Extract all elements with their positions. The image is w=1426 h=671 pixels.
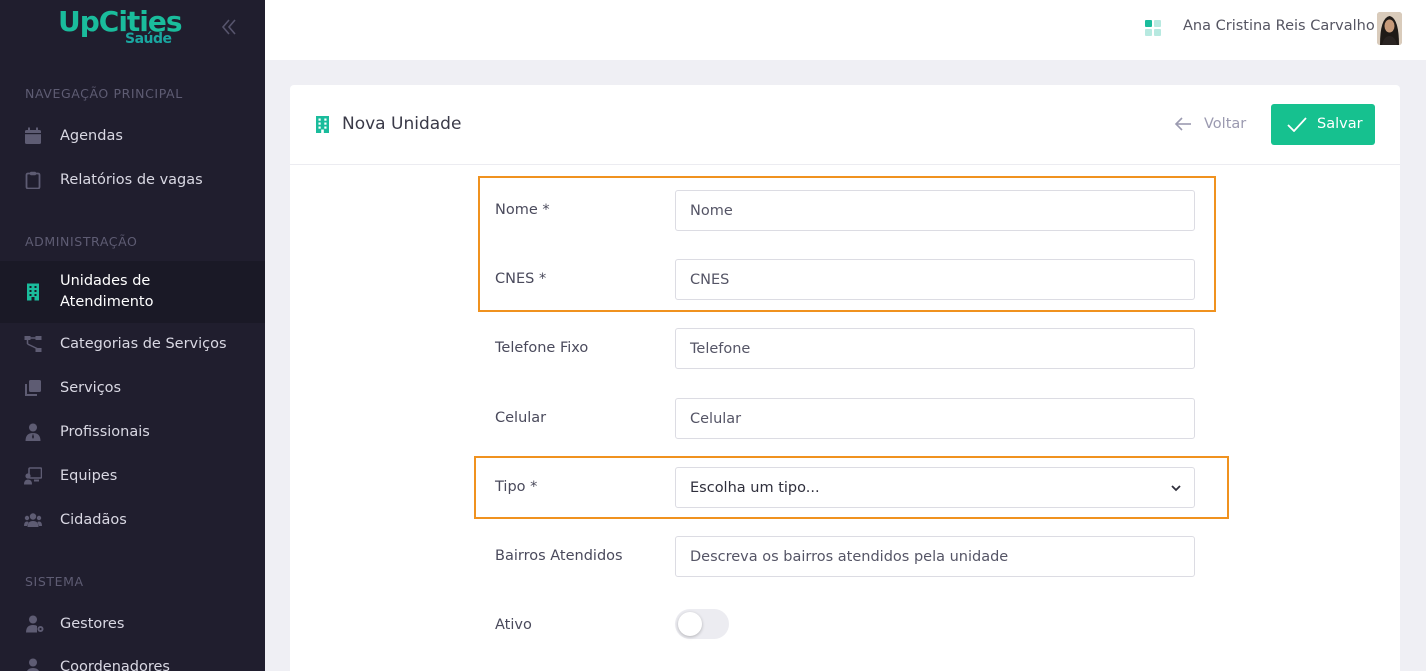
chevron-down-icon — [1171, 485, 1181, 492]
nome-placeholder: Nome — [690, 203, 733, 219]
tipo-value: Escolha um tipo... — [690, 480, 820, 496]
user-tie-icon — [25, 423, 41, 441]
telefone-label: Telefone Fixo — [495, 340, 589, 356]
telefone-input[interactable]: Telefone — [675, 328, 1195, 369]
sidebar-item-label: Equipes — [60, 468, 118, 484]
celular-label: Celular — [495, 410, 547, 426]
sidebar-item-gestores[interactable]: Gestores — [0, 602, 265, 646]
sidebar: UpCities Saúde NAVEGAÇÃO PRINCIPAL Agend… — [0, 0, 265, 671]
check-icon — [1287, 117, 1307, 132]
calendar-icon — [25, 127, 41, 144]
sidebar-item-agendas[interactable]: Agendas — [0, 114, 265, 158]
card-header: Nova Unidade Voltar Salvar — [290, 85, 1400, 165]
back-button[interactable]: Voltar — [1174, 116, 1246, 132]
user-name[interactable]: Ana Cristina Reis Carvalho — [1183, 18, 1375, 34]
arrow-left-icon — [1174, 117, 1191, 131]
sidebar-item-servicos[interactable]: Serviços — [0, 366, 265, 410]
save-label: Salvar — [1317, 116, 1363, 132]
users-icon — [24, 513, 42, 527]
ativo-label: Ativo — [495, 617, 532, 633]
sidebar-item-label: Coordenadores — [60, 659, 170, 671]
sidebar-item-label: Relatórios de vagas — [60, 172, 203, 188]
building-icon — [316, 116, 329, 133]
toggle-knob — [678, 612, 702, 636]
user-icon — [26, 658, 40, 671]
clipboard-icon — [25, 171, 41, 189]
sidebar-item-label: Categorias de Serviços — [60, 336, 227, 352]
section-title-main: NAVEGAÇÃO PRINCIPAL — [25, 86, 183, 101]
apps-grid-icon[interactable] — [1145, 20, 1161, 36]
logo[interactable]: UpCities Saúde — [58, 6, 183, 48]
sidebar-item-profissionais[interactable]: Profissionais — [0, 410, 265, 454]
building-icon — [27, 283, 39, 301]
tipo-select[interactable]: Escolha um tipo... — [675, 467, 1195, 508]
bairros-label: Bairros Atendidos — [495, 548, 623, 564]
chalkboard-user-icon — [24, 467, 42, 485]
sidebar-item-label: Serviços — [60, 380, 122, 396]
sidebar-item-unidades[interactable]: Unidades de Atendimento — [0, 261, 265, 323]
sidebar-item-relatorios[interactable]: Relatórios de vagas — [0, 158, 265, 202]
sidebar-item-label: Gestores — [60, 616, 125, 632]
telefone-placeholder: Telefone — [690, 341, 751, 357]
sidebar-item-equipes[interactable]: Equipes — [0, 454, 265, 498]
avatar[interactable] — [1377, 12, 1402, 45]
bairros-placeholder: Descreva os bairros atendidos pela unida… — [690, 549, 1009, 565]
cnes-input[interactable]: CNES — [675, 259, 1195, 300]
user-cog-icon — [26, 615, 44, 633]
sidebar-item-label: Profissionais — [60, 424, 150, 440]
sidebar-item-categorias[interactable]: Categorias de Serviços — [0, 322, 265, 366]
tipo-label: Tipo * — [495, 479, 538, 495]
celular-placeholder: Celular — [690, 411, 742, 427]
sidebar-item-coordenadores[interactable]: Coordenadores — [0, 645, 265, 671]
sidebar-item-label: Cidadãos — [60, 512, 127, 528]
topbar: Ana Cristina Reis Carvalho — [265, 0, 1426, 60]
logo-subtext: Saúde — [125, 31, 172, 47]
nome-label: Nome * — [495, 202, 550, 218]
celular-input[interactable]: Celular — [675, 398, 1195, 439]
ativo-toggle[interactable] — [675, 609, 729, 639]
cnes-label: CNES * — [495, 271, 547, 287]
sidebar-item-cidadaos[interactable]: Cidadãos — [0, 498, 265, 542]
save-button[interactable]: Salvar — [1271, 104, 1375, 145]
section-title-admin: ADMINISTRAÇÃO — [25, 234, 138, 249]
layers-icon — [25, 380, 41, 396]
back-label: Voltar — [1204, 116, 1247, 132]
nome-input[interactable]: Nome — [675, 190, 1195, 231]
cnes-placeholder: CNES — [690, 272, 730, 288]
bairros-input[interactable]: Descreva os bairros atendidos pela unida… — [675, 536, 1195, 577]
collapse-sidebar-icon[interactable] — [220, 17, 238, 37]
section-title-system: SISTEMA — [25, 574, 84, 589]
sidebar-item-label: Agendas — [60, 128, 123, 144]
sidebar-item-label: Unidades de Atendimento — [60, 273, 154, 310]
page-title: Nova Unidade — [342, 114, 462, 134]
sitemap-icon — [24, 336, 42, 352]
main-card: Nova Unidade Voltar Salvar Nome * Nome C… — [290, 85, 1400, 671]
